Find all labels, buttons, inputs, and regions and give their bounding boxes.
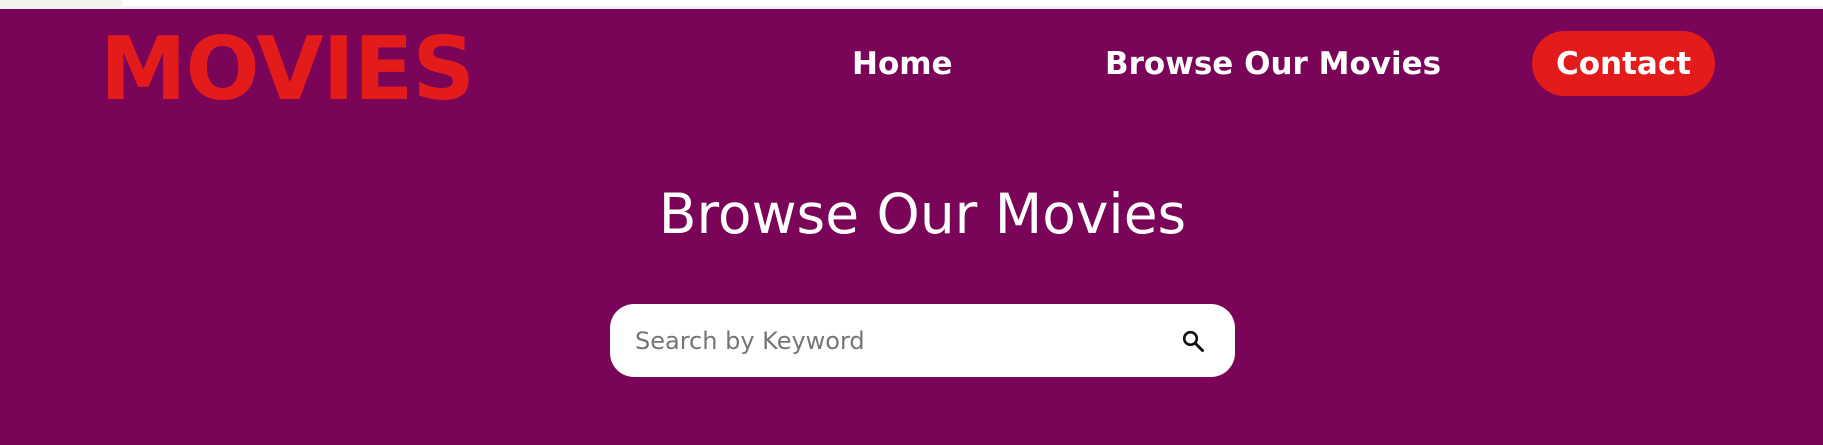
browser-top-strip xyxy=(0,0,1823,9)
hero-section: MOVIES Home Browse Our Movies Contact Br… xyxy=(0,9,1823,445)
nav-link-home[interactable]: Home xyxy=(852,49,953,80)
search-icon[interactable] xyxy=(1181,329,1205,353)
contact-button[interactable]: Contact xyxy=(1532,31,1715,96)
search-bar xyxy=(610,304,1235,377)
search-input[interactable] xyxy=(635,304,1155,377)
main-nav: Home Browse Our Movies Contact xyxy=(0,29,1823,96)
page-title: Browse Our Movies xyxy=(658,182,1187,246)
top-strip-highlight xyxy=(122,0,1823,6)
nav-link-browse-movies[interactable]: Browse Our Movies xyxy=(1105,49,1441,80)
